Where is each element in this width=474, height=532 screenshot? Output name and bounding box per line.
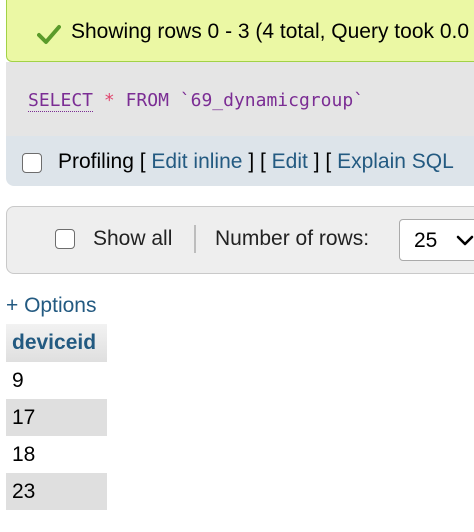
profiling-checkbox[interactable] <box>22 153 42 173</box>
success-message: Showing rows 0 - 3 (4 total, Query took … <box>71 20 470 43</box>
profiling-line: Profiling [ Edit inline ] [ Edit ] [ Exp… <box>58 150 454 174</box>
sql-table-name: `69_dynamicgroup` <box>179 90 364 111</box>
bracket: ] [ <box>248 150 266 173</box>
number-of-rows-label: Number of rows: <box>215 227 370 250</box>
profiling-label: Profiling <box>58 150 134 173</box>
edit-inline-link[interactable]: Edit inline <box>151 150 242 173</box>
sql-keyword-from: FROM <box>125 90 169 111</box>
sql-query: SELECT * FROM `69_dynamicgroup` <box>28 90 364 112</box>
profiling-bar: Profiling [ Edit inline ] [ Edit ] [ Exp… <box>6 136 474 186</box>
navigation-box: Show all Number of rows: 25 <box>6 206 474 274</box>
table-cell[interactable]: 18 <box>6 436 107 473</box>
table-row: 17 <box>6 399 107 436</box>
table-cell[interactable]: 23 <box>6 473 107 510</box>
show-all-label[interactable]: Show all <box>93 227 172 251</box>
divider <box>194 225 196 253</box>
explain-sql-link[interactable]: Explain SQL <box>337 150 454 173</box>
options-link[interactable]: + Options <box>6 294 96 318</box>
bracket: [ <box>139 150 146 173</box>
column-header-deviceid[interactable]: deviceid <box>6 324 107 362</box>
table-cell[interactable]: 9 <box>6 362 107 399</box>
bracket: ] [ <box>313 150 332 173</box>
edit-link[interactable]: Edit <box>272 150 308 173</box>
rows-per-page-value: 25 <box>414 229 438 252</box>
table-row: 18 <box>6 436 107 473</box>
sql-star: * <box>103 90 115 111</box>
check-icon <box>37 25 61 44</box>
table-header-row: deviceid <box>6 324 107 362</box>
table-row: 23 <box>6 473 107 510</box>
results-table: deviceid 9 17 18 23 <box>6 324 107 510</box>
success-banner: Showing rows 0 - 3 (4 total, Query took … <box>6 0 474 62</box>
sql-keyword-select[interactable]: SELECT <box>28 90 94 112</box>
table-cell[interactable]: 17 <box>6 399 107 436</box>
show-all-checkbox[interactable] <box>55 229 75 249</box>
rows-per-page-select[interactable]: 25 <box>399 219 474 261</box>
chevron-down-icon <box>456 235 474 246</box>
table-row: 9 <box>6 362 107 399</box>
sql-query-box: SELECT * FROM `69_dynamicgroup` <box>6 62 474 136</box>
